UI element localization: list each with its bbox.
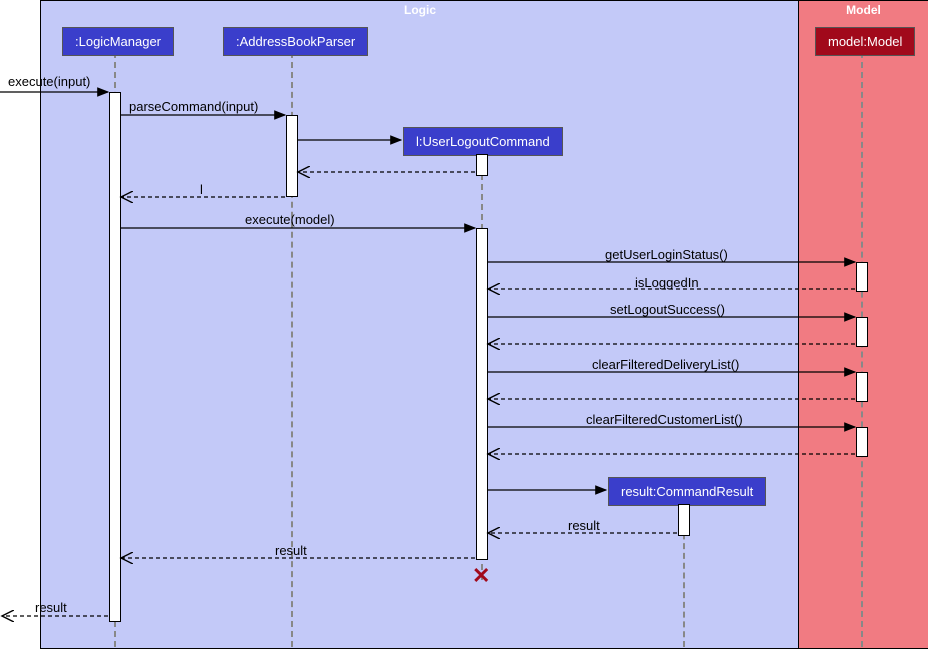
model-activation-2 xyxy=(856,317,868,347)
msg-parsecommand: parseCommand(input) xyxy=(129,99,258,114)
logicmanager-participant: :LogicManager xyxy=(62,27,174,56)
parser-participant: :AddressBookParser xyxy=(223,27,368,56)
model-frame-label: Model xyxy=(838,1,889,19)
model-participant: model:Model xyxy=(815,27,915,56)
model-activation-4 xyxy=(856,427,868,457)
parser-activation xyxy=(286,115,298,197)
msg-clearcustomer: clearFilteredCustomerList() xyxy=(586,412,743,427)
model-activation-1 xyxy=(856,262,868,292)
msg-result-2: result xyxy=(275,543,307,558)
msg-return-l: l xyxy=(200,182,203,197)
logoutcmd-activation-1 xyxy=(476,154,488,176)
destroy-icon: ✕ xyxy=(472,563,490,589)
logic-frame-label: Logic xyxy=(396,1,444,19)
sequence-diagram: Logic Model :LogicManager :AddressBookPa… xyxy=(0,0,928,647)
logicmanager-activation xyxy=(109,92,121,622)
commandresult-activation xyxy=(678,504,690,536)
model-activation-3 xyxy=(856,372,868,402)
commandresult-participant: result:CommandResult xyxy=(608,477,766,506)
logoutcmd-participant: l:UserLogoutCommand xyxy=(403,127,563,156)
logic-frame: Logic xyxy=(40,0,800,649)
msg-result-3: result xyxy=(35,600,67,615)
msg-setlogout: setLogoutSuccess() xyxy=(610,302,725,317)
msg-execute-input: execute(input) xyxy=(8,74,90,89)
logoutcmd-activation-2 xyxy=(476,228,488,560)
msg-cleardelivery: clearFilteredDeliveryList() xyxy=(592,357,739,372)
msg-isloggedin: isLoggedIn xyxy=(635,275,699,290)
msg-getloginstatus: getUserLoginStatus() xyxy=(605,247,728,262)
msg-execute-model: execute(model) xyxy=(245,212,335,227)
model-lifeline xyxy=(861,52,863,647)
msg-result-1: result xyxy=(568,518,600,533)
